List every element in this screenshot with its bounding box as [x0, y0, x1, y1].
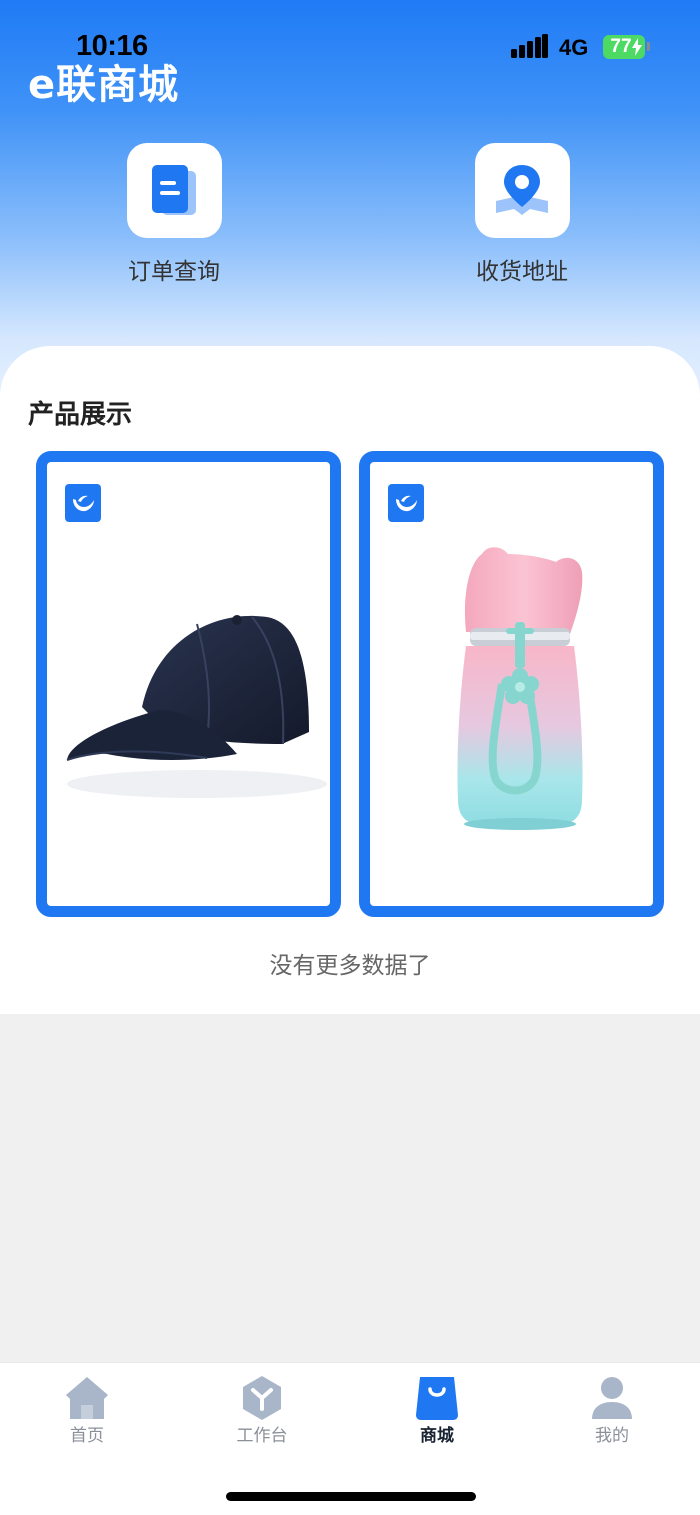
order-query-label: 订单查询 [128, 259, 220, 285]
shipping-address-label: 收货地址 [476, 259, 568, 285]
tab-profile-label: 我的 [595, 1426, 629, 1446]
product-card[interactable] [359, 451, 664, 917]
product-image-cap [66, 615, 327, 798]
tab-mall-label: 商城 [420, 1426, 454, 1446]
order-query-tile[interactable] [126, 143, 222, 238]
order-query-entry[interactable]: 订单查询 [74, 143, 274, 286]
signal-icon [511, 34, 548, 58]
shipping-address-entry[interactable]: 收货地址 [422, 143, 622, 286]
tab-mall[interactable]: 商城 [377, 1375, 497, 1446]
app-title: e联商城 [28, 62, 180, 108]
brand-logo-icon [65, 484, 101, 522]
product-image-bottle [457, 547, 583, 830]
shopping-bag-icon [416, 1377, 458, 1420]
user-icon [592, 1377, 632, 1419]
document-icon [152, 164, 196, 215]
battery-tip [647, 42, 650, 51]
product-section: 产品展示 没有更多数据了 [0, 346, 700, 1014]
battery-indicator: 77 [603, 35, 645, 59]
workbench-icon [243, 1376, 281, 1420]
tab-home[interactable]: 首页 [27, 1375, 147, 1446]
home-indicator[interactable] [226, 1492, 476, 1501]
mall-screen: 10:16 4G 77 e联商城 订单查询 收货地址 产品展示 没有更多数据了 … [0, 0, 700, 1515]
tab-home-label: 首页 [70, 1426, 104, 1446]
shipping-address-tile[interactable] [474, 143, 570, 238]
tab-workbench-label: 工作台 [236, 1426, 288, 1446]
section-title: 产品展示 [28, 400, 133, 430]
home-icon [66, 1377, 108, 1419]
tab-workbench[interactable]: 工作台 [202, 1375, 322, 1446]
product-card[interactable] [36, 451, 341, 917]
charging-bolt-icon [632, 38, 642, 56]
tab-profile[interactable]: 我的 [552, 1375, 672, 1446]
location-pin-icon [496, 164, 548, 215]
no-more-data-text: 没有更多数据了 [269, 953, 431, 979]
network-type: 4G [559, 35, 589, 60]
brand-logo-icon [388, 484, 424, 522]
battery-level: 77 [610, 36, 632, 57]
